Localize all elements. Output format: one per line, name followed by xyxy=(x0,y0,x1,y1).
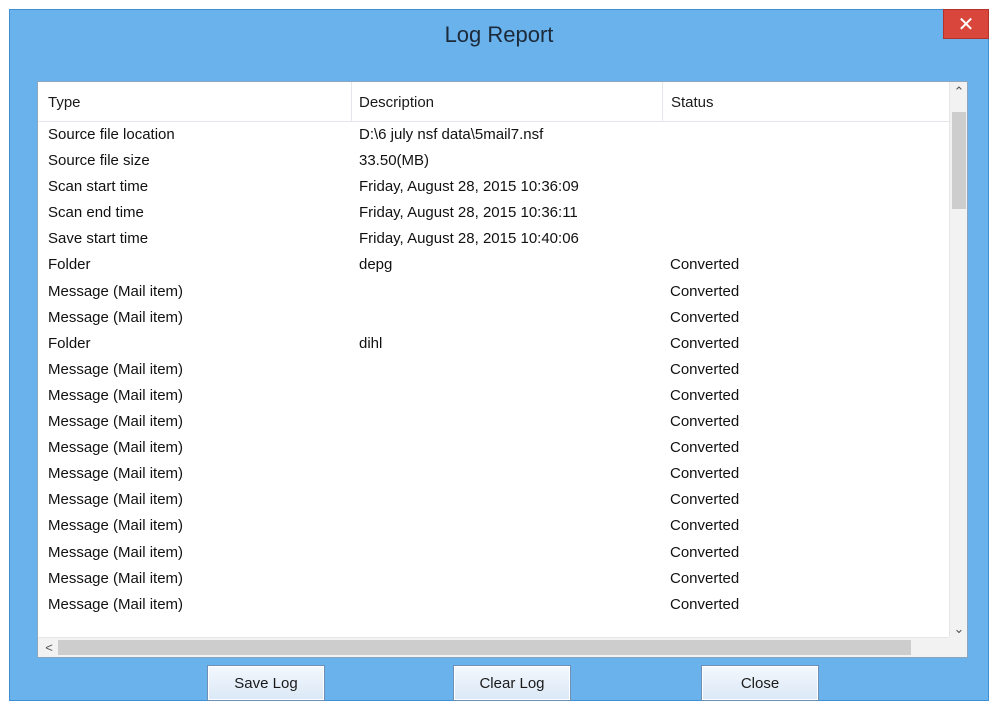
table-row[interactable]: Message (Mail item) Converted xyxy=(38,279,949,305)
cell-status: Converted xyxy=(670,439,740,457)
save-log-button[interactable]: Save Log xyxy=(207,665,325,701)
cell-status: Converted xyxy=(670,465,740,483)
table-row[interactable]: Source file size 33.50(MB) xyxy=(38,148,949,174)
vertical-scroll-thumb[interactable] xyxy=(952,112,966,209)
table-header: Type Description Status xyxy=(38,82,949,122)
table-row[interactable]: Message (Mail item) Converted xyxy=(38,513,949,539)
table-row[interactable]: Scan start time Friday, August 28, 2015 1… xyxy=(38,174,949,200)
window-title: Log Report xyxy=(444,22,554,47)
cell-status: Converted xyxy=(670,360,740,378)
cell-type: Save start time xyxy=(48,230,149,248)
cell-type: Message (Mail item) xyxy=(48,282,184,300)
cell-status: Converted xyxy=(670,569,740,587)
cell-type: Message (Mail item) xyxy=(48,569,184,587)
cell-description: D:\6 july nsf data\5mail7.nsf xyxy=(359,126,544,143)
cell-type: Message (Mail item) xyxy=(48,517,184,535)
cell-status: Converted xyxy=(670,595,740,613)
table-row[interactable]: Folder depg Converted xyxy=(38,252,949,278)
table-row[interactable]: Scan end time Friday, August 28, 2015 10:… xyxy=(38,200,949,226)
table-row[interactable]: Message (Mail item) Converted xyxy=(38,461,949,487)
cell-status: Converted xyxy=(670,256,740,274)
cell-status: Converted xyxy=(670,308,740,326)
log-report-window: Log Report ✕ Type Description Status Sou… xyxy=(9,9,989,701)
cell-type: Message (Mail item) xyxy=(48,543,184,561)
clear-log-button[interactable]: Clear Log xyxy=(453,665,571,701)
table-row[interactable]: Message (Mail item)Converted xyxy=(38,618,949,621)
column-header-status[interactable]: Status xyxy=(671,94,714,111)
table-row[interactable]: Message (Mail item) Converted xyxy=(38,409,949,435)
table-row[interactable]: Folder dihl Converted xyxy=(38,331,949,357)
scroll-down-icon[interactable]: ⌄ xyxy=(950,621,967,637)
cell-type: Message (Mail item) xyxy=(48,360,184,378)
column-divider[interactable] xyxy=(351,82,352,122)
scrollbar-corner xyxy=(949,637,967,657)
cell-type: Folder xyxy=(48,256,91,274)
title-bar: Log Report ✕ xyxy=(10,9,989,65)
cell-type: Message (Mail item) xyxy=(48,413,184,431)
cell-description: depg xyxy=(359,256,393,274)
vertical-scrollbar[interactable]: ⌃ ⌄ xyxy=(949,82,967,639)
column-divider[interactable] xyxy=(662,82,663,122)
cell-status: Converted xyxy=(670,334,740,352)
table-body: Source file location D:\6 july nsf data\5… xyxy=(38,122,949,621)
table-row[interactable]: Message (Mail item) Converted xyxy=(38,566,949,592)
column-header-type[interactable]: Type xyxy=(48,94,81,111)
table-row[interactable]: Message (Mail item) Converted xyxy=(38,305,949,331)
cell-type: Message (Mail item) xyxy=(48,386,184,404)
cell-status: Converted xyxy=(670,543,740,561)
scroll-left-icon[interactable]: < xyxy=(40,640,58,655)
horizontal-scrollbar[interactable]: < > xyxy=(38,637,967,657)
cell-type: Message (Mail item) xyxy=(48,439,184,457)
cell-type: Message (Mail item) xyxy=(48,595,184,613)
cell-type: Source file size xyxy=(48,152,150,170)
table-row[interactable]: Message (Mail item) Converted xyxy=(38,487,949,513)
cell-type: Source file location xyxy=(48,126,175,143)
cell-description: 33.50(MB) xyxy=(359,152,430,170)
cell-description: Friday, August 28, 2015 10:40:06 xyxy=(359,230,579,248)
scroll-up-icon[interactable]: ⌃ xyxy=(950,84,967,100)
cell-type: Scan start time xyxy=(48,178,149,196)
cell-status: Converted xyxy=(670,517,740,535)
table-row[interactable]: Message (Mail item) Converted xyxy=(38,357,949,383)
cell-status: Converted xyxy=(670,413,740,431)
cell-status: Converted xyxy=(670,282,740,300)
close-icon[interactable]: ✕ xyxy=(943,9,989,39)
table-row[interactable]: Message (Mail item) Converted xyxy=(38,592,949,618)
cell-status: Converted xyxy=(670,386,740,404)
close-button[interactable]: Close xyxy=(701,665,819,701)
table-row[interactable]: Message (Mail item) Converted xyxy=(38,435,949,461)
table-row[interactable]: Save start time Friday, August 28, 2015 1… xyxy=(38,226,949,252)
table-row[interactable]: Source file location D:\6 july nsf data\5… xyxy=(38,122,949,148)
log-table: Type Description Status Source file loca… xyxy=(37,81,968,658)
column-header-description[interactable]: Description xyxy=(359,94,434,111)
cell-description: dihl xyxy=(359,334,383,352)
cell-description: Friday, August 28, 2015 10:36:09 xyxy=(359,178,579,196)
cell-type: Scan end time xyxy=(48,204,144,222)
cell-type: Message (Mail item) xyxy=(48,491,184,509)
cell-type: Message (Mail item) xyxy=(48,465,184,483)
cell-type: Message (Mail item) xyxy=(48,308,184,326)
table-row[interactable]: Message (Mail item) Converted xyxy=(38,383,949,409)
horizontal-scroll-thumb[interactable] xyxy=(58,640,911,655)
cell-type: Folder xyxy=(48,334,91,352)
cell-status: Converted xyxy=(670,491,740,509)
cell-description: Friday, August 28, 2015 10:36:11 xyxy=(359,204,578,222)
table-row[interactable]: Message (Mail item) Converted xyxy=(38,540,949,566)
